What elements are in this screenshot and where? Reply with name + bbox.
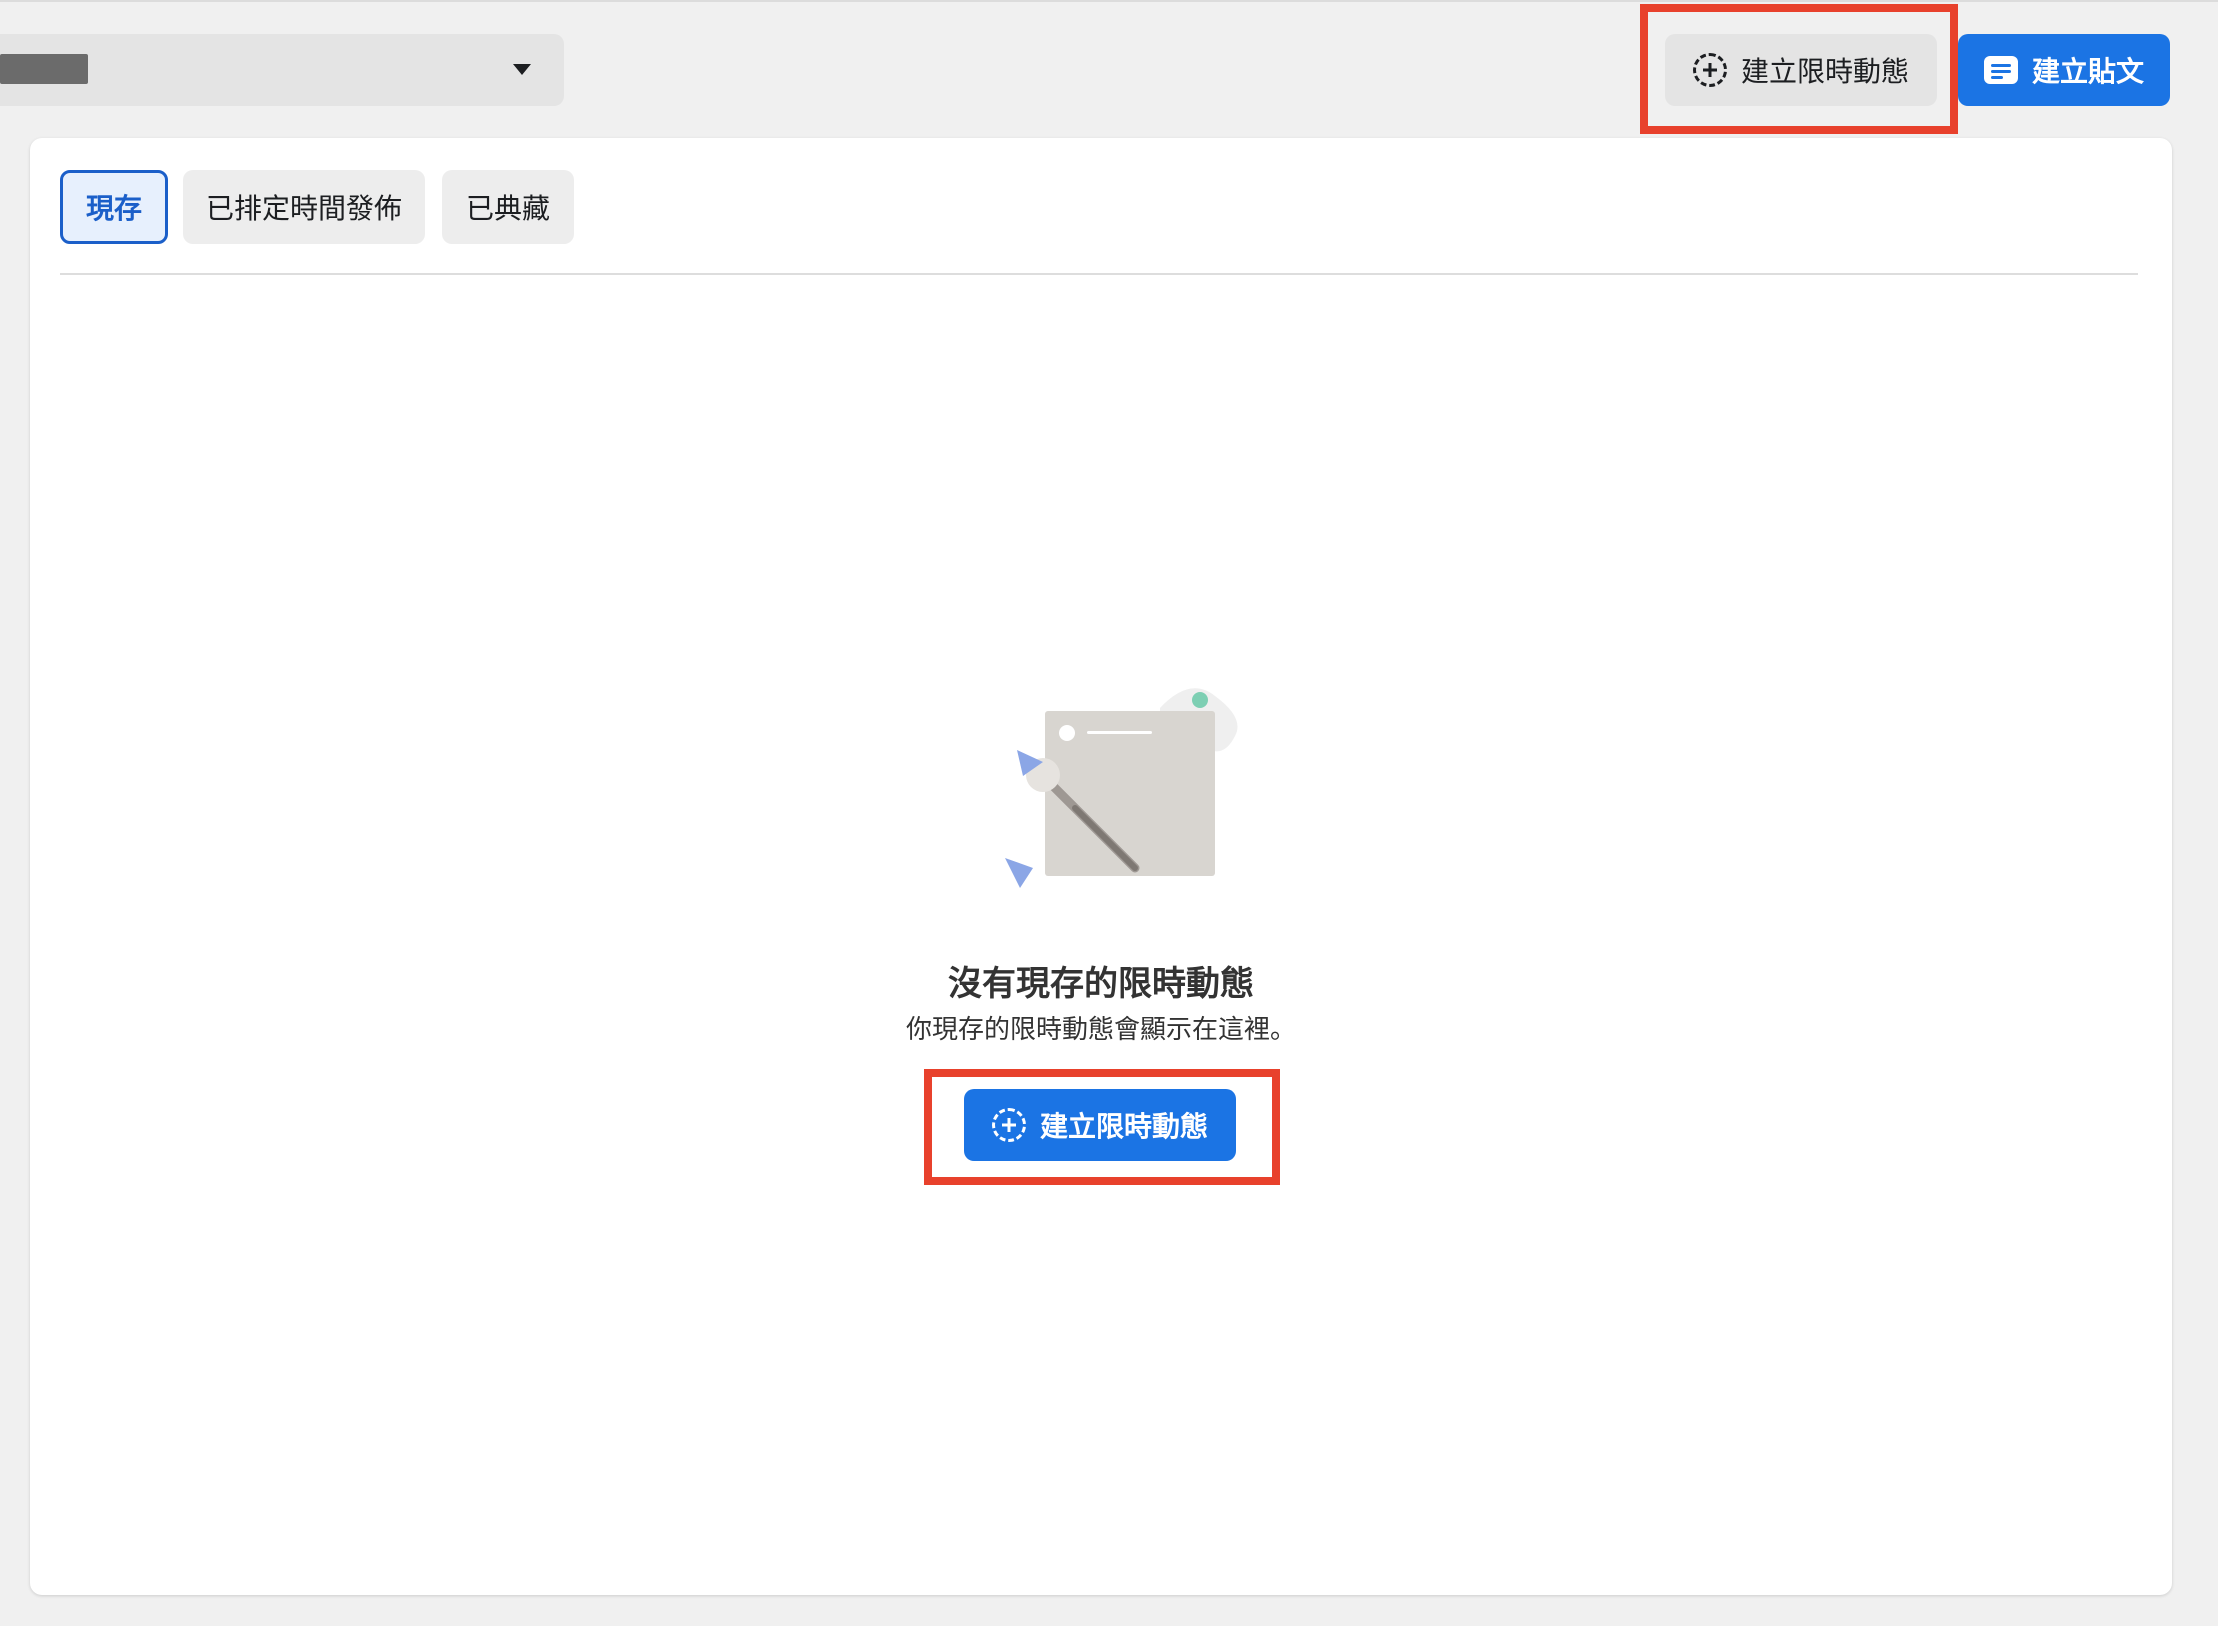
page-selector-dropdown[interactable] [0, 34, 564, 106]
dashed-plus-circle-icon [991, 1108, 1026, 1142]
stories-card: 現存 已排定時間發佈 已典藏 沒有現存的限時動態 你現存的限時動態會顯示在這裡。… [30, 138, 2172, 1595]
tab-scheduled[interactable]: 已排定時間發佈 [183, 170, 425, 244]
tab-current-label: 現存 [85, 192, 142, 225]
create-story-button-center[interactable]: 建立限時動態 [964, 1089, 1236, 1161]
tab-archived-label: 已典藏 [465, 192, 550, 225]
create-post-label: 建立貼文 [2031, 55, 2144, 88]
create-post-button[interactable]: 建立貼文 [1958, 34, 2170, 106]
redacted-page-name [0, 54, 88, 84]
empty-state-title: 沒有現存的限時動態 [948, 964, 1254, 1004]
top-border [0, 0, 2218, 2]
dashed-plus-circle-icon [1692, 53, 1727, 87]
tab-scheduled-label: 已排定時間發佈 [205, 192, 402, 225]
tab-current[interactable]: 現存 [60, 170, 168, 244]
create-story-button-top[interactable]: 建立限時動態 [1665, 34, 1937, 106]
tabs-divider [60, 273, 2138, 275]
empty-state-subtitle: 你現存的限時動態會顯示在這裡。 [905, 1015, 1296, 1045]
create-story-center-label: 建立限時動態 [1039, 1110, 1208, 1143]
canvas-paintbrush-illustration [1005, 688, 1238, 888]
caret-down-icon [513, 64, 531, 75]
create-story-label: 建立限時動態 [1740, 55, 1909, 88]
post-icon [1983, 56, 2018, 84]
tab-archived[interactable]: 已典藏 [442, 170, 574, 244]
